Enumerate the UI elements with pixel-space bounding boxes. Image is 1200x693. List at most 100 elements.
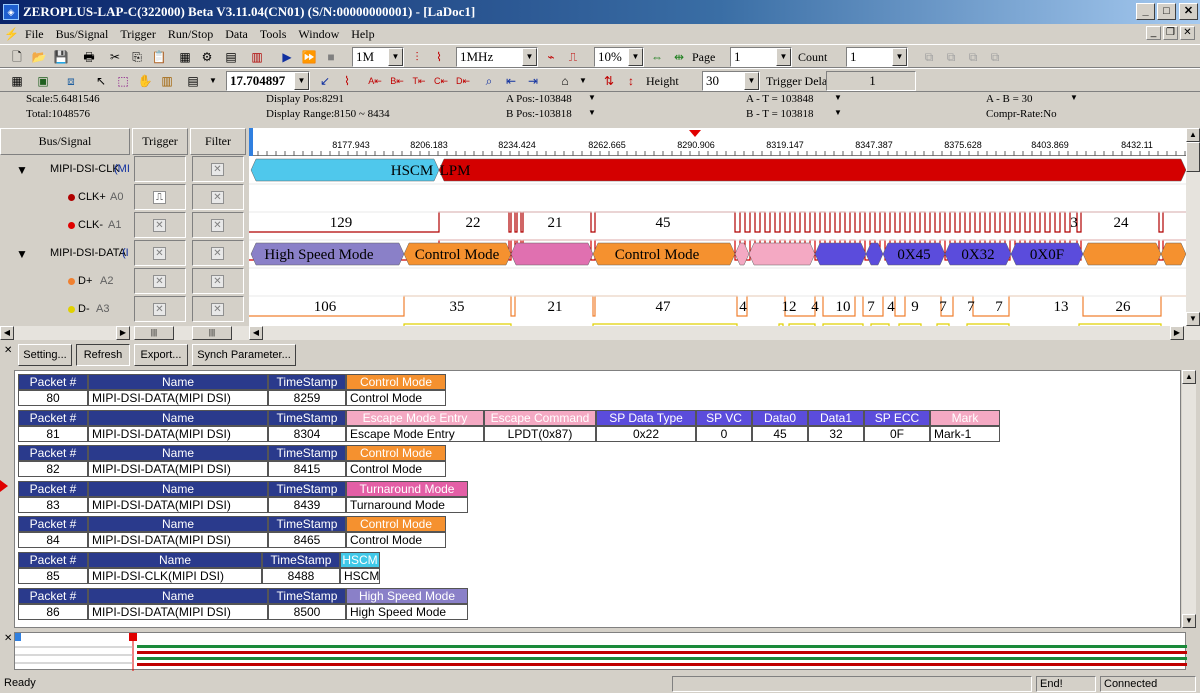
scroll-thumb[interactable]: ||| bbox=[192, 326, 232, 340]
bus-segment[interactable] bbox=[438, 158, 1186, 182]
packet-vscroll[interactable]: ▲ ▼ bbox=[1182, 370, 1196, 628]
bus-segment[interactable] bbox=[734, 242, 750, 266]
goto-icon[interactable]: ↙ bbox=[316, 72, 334, 90]
height-icon[interactable]: ↕ bbox=[622, 72, 640, 90]
page-select[interactable]: 1 ▼ bbox=[730, 47, 792, 67]
run-icon[interactable]: ▶ bbox=[278, 48, 296, 66]
signal-row-d-plus[interactable]: D+ A2 bbox=[0, 268, 128, 296]
chevron-down-icon[interactable]: ▼ bbox=[1070, 93, 1078, 102]
zoom-in-icon[interactable]: ⇔ bbox=[648, 48, 666, 66]
overview-panel[interactable] bbox=[14, 632, 1187, 671]
signal-row-clk-minus[interactable]: CLK- A1 bbox=[0, 212, 128, 240]
setting-button[interactable]: Setting... bbox=[18, 344, 72, 366]
menu-help[interactable]: Help bbox=[345, 27, 380, 42]
close-panel-icon[interactable]: ✕ bbox=[4, 345, 12, 356]
pointer-icon[interactable]: ↖ bbox=[92, 72, 110, 90]
open-folder-icon[interactable]: 📂 bbox=[30, 48, 48, 66]
find-icon[interactable]: ⌕ bbox=[480, 72, 498, 90]
channel-icon[interactable]: ▦ bbox=[176, 48, 194, 66]
bar-a-icon[interactable]: A⇤ bbox=[366, 72, 384, 90]
scroll-thumb[interactable]: ||| bbox=[134, 326, 174, 340]
waveform-vscroll[interactable]: ▲ ▼ bbox=[1186, 128, 1200, 326]
synch-parameter-button[interactable]: Synch Parameter... bbox=[192, 344, 296, 366]
bus-signal-header[interactable]: Bus/Signal bbox=[0, 128, 130, 155]
waveform-hscroll[interactable]: ◀ ▶ ||| ||| ◀ ▶ bbox=[0, 326, 1200, 340]
menu-tools[interactable]: Tools bbox=[254, 27, 293, 42]
trigger-cell[interactable]: ✕ bbox=[134, 240, 186, 266]
trigger-delay-field[interactable]: 1 bbox=[826, 71, 916, 91]
bar-b-icon[interactable]: B⇤ bbox=[388, 72, 406, 90]
bus-segment[interactable] bbox=[814, 242, 867, 266]
trigger-cell[interactable] bbox=[134, 156, 186, 182]
scroll-left-icon[interactable]: ◀ bbox=[0, 326, 14, 340]
menu-file[interactable]: File bbox=[19, 27, 50, 42]
print-icon[interactable]: 🖶 bbox=[80, 48, 98, 66]
bus-segment[interactable] bbox=[748, 242, 816, 266]
expand-icon[interactable]: ▼ bbox=[16, 247, 28, 261]
signal-row-d-minus[interactable]: D- A3 bbox=[0, 296, 128, 324]
mdi-restore-button[interactable]: ❐ bbox=[1163, 26, 1178, 40]
memory-select[interactable]: 1M ▼ bbox=[352, 47, 404, 67]
measure-icon[interactable]: ▥ bbox=[158, 72, 176, 90]
copy-icon[interactable]: ⎘ bbox=[128, 48, 146, 66]
menu-window[interactable]: Window bbox=[292, 27, 345, 42]
cursor-a-marker[interactable] bbox=[249, 128, 253, 156]
scroll-up-icon[interactable]: ▲ bbox=[1182, 370, 1196, 384]
trigger-cell[interactable]: ✕ bbox=[134, 296, 186, 322]
menu-data[interactable]: Data bbox=[219, 27, 254, 42]
signal-row-clk-plus[interactable]: CLK+ A0 bbox=[0, 184, 128, 212]
compare-all-icon[interactable]: ⧉ bbox=[986, 48, 1004, 66]
save-icon[interactable]: 💾 bbox=[52, 48, 70, 66]
close-button[interactable]: ✕ bbox=[1179, 3, 1198, 20]
bar-c-icon[interactable]: C⇤ bbox=[432, 72, 450, 90]
chevron-down-icon[interactable]: ▼ bbox=[204, 72, 222, 90]
scroll-right-icon[interactable]: ▶ bbox=[116, 326, 130, 340]
display-icon[interactable]: ▤ bbox=[184, 72, 202, 90]
filter-cell[interactable]: ✕ bbox=[192, 296, 244, 322]
mdi-minimize-button[interactable]: _ bbox=[1146, 26, 1161, 40]
zoom-out-icon[interactable]: ⇹ bbox=[670, 48, 688, 66]
compare-prev-icon[interactable]: ⧉ bbox=[964, 48, 982, 66]
packet-list[interactable]: Packet #80 Name MIPI-DSI-DATA(MIPI DSI) Tim… bbox=[14, 370, 1181, 628]
trigger-cell[interactable]: ⎍ bbox=[134, 184, 186, 210]
pulse-icon[interactable]: ⎍ bbox=[564, 48, 582, 66]
scroll-left-icon[interactable]: ◀ bbox=[249, 326, 263, 340]
settings-icon[interactable]: ⚙ bbox=[198, 48, 216, 66]
filter-header[interactable]: Filter bbox=[190, 128, 246, 155]
home-icon[interactable]: ⌂ bbox=[556, 72, 574, 90]
export-icon[interactable]: ⧈ bbox=[62, 72, 80, 90]
menu-trigger[interactable]: Trigger bbox=[114, 27, 162, 42]
prev-edge-icon[interactable]: ⇤ bbox=[502, 72, 520, 90]
filter-cell[interactable]: ✕ bbox=[192, 240, 244, 266]
bar-t-icon[interactable]: T⇤ bbox=[410, 72, 428, 90]
trigger-position-select[interactable]: 10% ▼ bbox=[594, 47, 644, 67]
menu-bus-signal[interactable]: Bus/Signal bbox=[50, 27, 115, 42]
scroll-thumb[interactable] bbox=[1186, 142, 1200, 172]
run-repeat-icon[interactable]: ⏩ bbox=[300, 48, 318, 66]
next-edge-icon[interactable]: ⇥ bbox=[524, 72, 542, 90]
bus-segment[interactable] bbox=[1082, 242, 1162, 266]
mdi-close-button[interactable]: ✕ bbox=[1180, 26, 1195, 40]
signal-row-mipi-dsi-data[interactable]: ▼ MIPI-DSI-DATA (I bbox=[0, 240, 129, 268]
trigger-cell[interactable]: ✕ bbox=[134, 268, 186, 294]
close-overview-icon[interactable]: ✕ bbox=[4, 633, 12, 644]
compare-icon[interactable]: ⧉ bbox=[920, 48, 938, 66]
compare-next-icon[interactable]: ⧉ bbox=[942, 48, 960, 66]
chip-icon[interactable]: ▣ bbox=[34, 72, 52, 90]
waveform-canvas[interactable]: HSCMLPM129222145324128232145324High Spee… bbox=[249, 156, 1186, 326]
filter-cell[interactable]: ✕ bbox=[192, 184, 244, 210]
bar-d-icon[interactable]: D⇤ bbox=[454, 72, 472, 90]
scroll-down-icon[interactable]: ▼ bbox=[1186, 312, 1200, 326]
export-button[interactable]: Export... bbox=[134, 344, 188, 366]
paste-icon[interactable]: 📋 bbox=[150, 48, 168, 66]
bus-icon[interactable]: ▥ bbox=[248, 48, 266, 66]
menu-run-stop[interactable]: Run/Stop bbox=[162, 27, 219, 42]
scroll-up-icon[interactable]: ▲ bbox=[1186, 128, 1200, 142]
minimize-button[interactable]: _ bbox=[1136, 3, 1155, 20]
select-icon[interactable]: ⬚ bbox=[114, 72, 132, 90]
new-file-icon[interactable]: 🗋 bbox=[8, 48, 26, 66]
scroll-right-icon[interactable]: ▶ bbox=[1170, 326, 1184, 340]
hand-icon[interactable]: ✋ bbox=[136, 72, 154, 90]
wave-icon[interactable]: ⌇ bbox=[430, 48, 448, 66]
bus-segment[interactable] bbox=[1160, 242, 1186, 266]
